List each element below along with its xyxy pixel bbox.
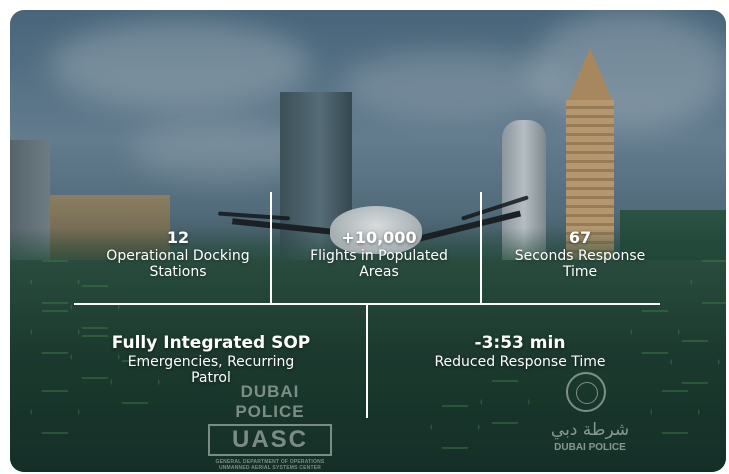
- stat-value: -3:53 min: [474, 333, 566, 353]
- stat-flights: +10,000 Flights in Populated Areas: [294, 228, 464, 280]
- stat-response-seconds: 67 Seconds Response Time: [500, 228, 660, 280]
- hero-image-card: DUBAI POLICE UASC GENERAL DEPARTMENT OF …: [10, 10, 726, 472]
- stat-label: Operational Docking Stations: [106, 248, 250, 280]
- divider-vertical: [270, 192, 272, 304]
- stat-value: 67: [568, 228, 592, 247]
- divider-vertical: [366, 304, 368, 418]
- stat-docking-stations: 12 Operational Docking Stations: [92, 228, 264, 280]
- stat-label: Emergencies, Recurring Patrol: [127, 354, 295, 386]
- stat-value: 12: [166, 228, 190, 247]
- stat-value: Fully Integrated SOP: [111, 333, 311, 353]
- stat-label: Seconds Response Time: [514, 248, 646, 280]
- stat-reduced-response: -3:53 min Reduced Response Time: [430, 332, 610, 370]
- divider-vertical: [480, 192, 482, 304]
- stat-integrated-sop: Fully Integrated SOP Emergencies, Recurr…: [106, 332, 316, 386]
- stat-value: +10,000: [341, 228, 417, 247]
- stat-label: Flights in Populated Areas: [310, 248, 448, 280]
- stat-label: Reduced Response Time: [434, 354, 606, 370]
